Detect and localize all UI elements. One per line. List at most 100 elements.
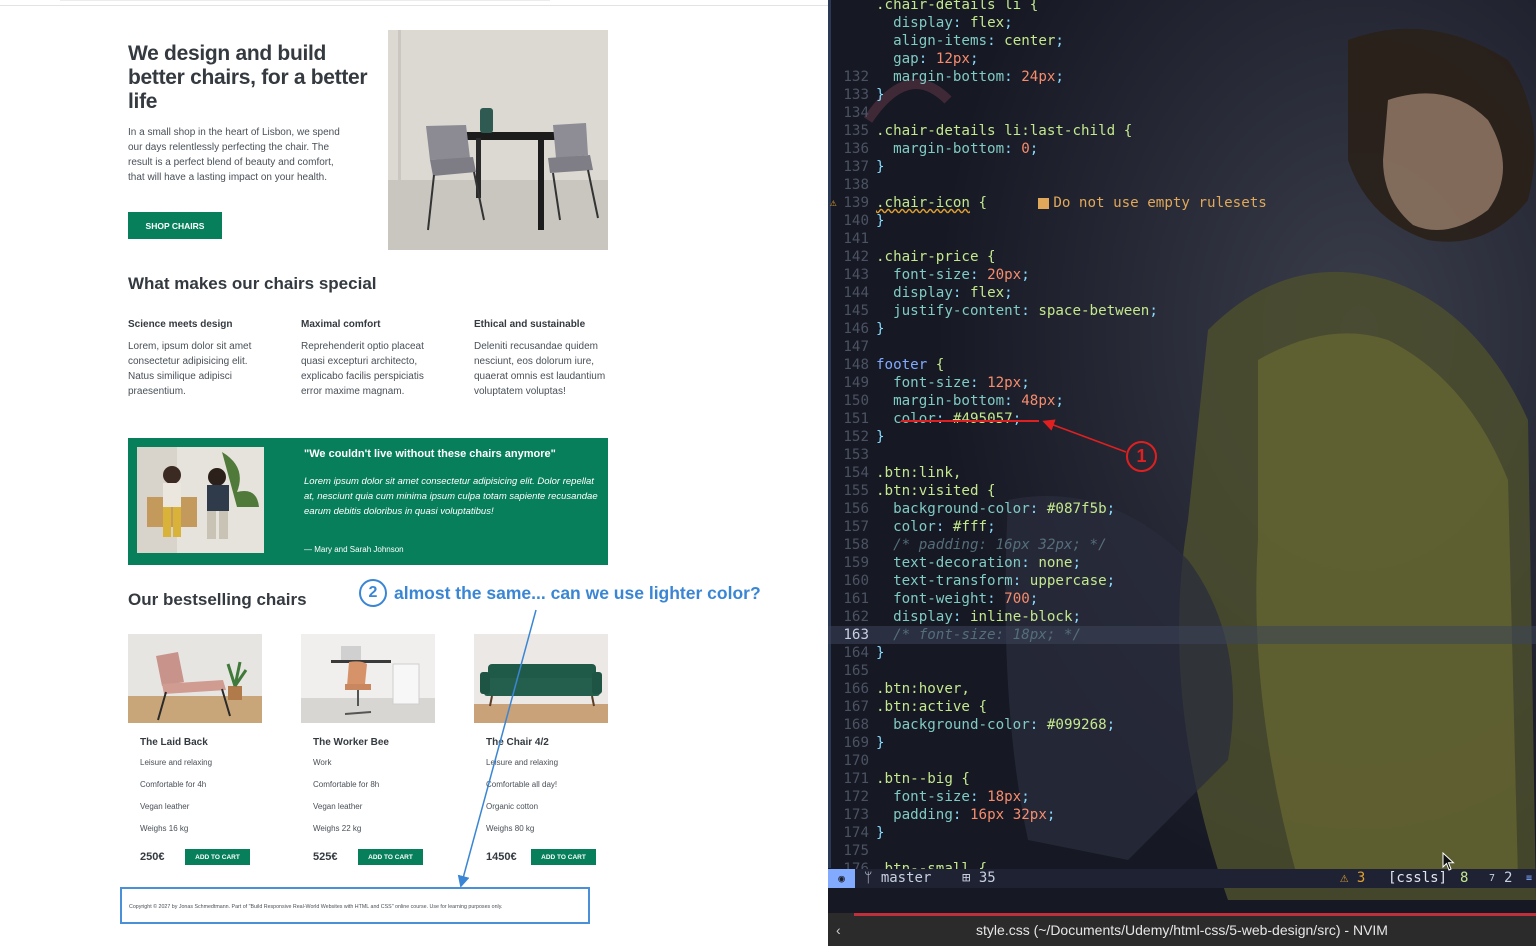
code-line[interactable]: 167 .btn:active { xyxy=(828,698,1536,716)
status-count: 2 xyxy=(1504,870,1513,886)
code-text: font-size: 18px; xyxy=(893,789,1030,805)
code-line[interactable]: 168 background-color: #099268; xyxy=(828,716,1536,734)
price-row: 1450€ ADD TO CART xyxy=(486,849,608,865)
product-name: The Laid Back xyxy=(140,737,208,748)
code-line[interactable]: align-items: center; xyxy=(828,32,1536,50)
code-text: /* font-size: 18px; */ xyxy=(893,627,1082,643)
code-line[interactable]: 143 font-size: 20px; xyxy=(828,266,1536,284)
code-line[interactable]: gap: 12px; xyxy=(828,50,1536,68)
code-line[interactable]: .chair-details li { xyxy=(828,0,1536,14)
code-buffer[interactable]: .chair-details li { display: flex; align… xyxy=(828,0,1536,878)
code-text: .btn:visited { xyxy=(876,483,996,499)
code-line[interactable]: 153 xyxy=(828,446,1536,464)
code-line[interactable]: 148 footer { xyxy=(828,356,1536,374)
code-text: justify-content: space-between; xyxy=(893,303,1158,319)
code-line[interactable]: 147 xyxy=(828,338,1536,356)
product-detail: Comfortable for 4h xyxy=(140,780,207,789)
product-details: Leisure and relaxing Comfortable for 4h … xyxy=(140,757,262,845)
code-line[interactable]: 135 .chair-details li:last-child { xyxy=(828,122,1536,140)
code-line[interactable]: 152} xyxy=(828,428,1536,446)
product-details: Work Comfortable for 8h Vegan leather We… xyxy=(313,757,435,845)
line-number: 159 xyxy=(843,555,869,571)
browser-page: We design and build better chairs, for a… xyxy=(0,0,828,946)
code-text: .chair-details li { xyxy=(876,0,1039,13)
code-line[interactable]: 163 /* font-size: 18px; */ xyxy=(828,626,1536,644)
add-to-cart-button[interactable]: ADD TO CART xyxy=(531,849,596,865)
product-detail: Weighs 80 kg xyxy=(486,824,535,833)
product-image xyxy=(474,634,608,723)
code-line[interactable]: 142 .chair-price { xyxy=(828,248,1536,266)
code-line[interactable]: 157 color: #fff; xyxy=(828,518,1536,536)
code-text: gap: 12px; xyxy=(893,51,979,67)
code-line[interactable]: 169} xyxy=(828,734,1536,752)
nvim-window[interactable]: .chair-details li { display: flex; align… xyxy=(828,0,1536,946)
feature-text: Lorem, ipsum dolor sit amet consectetur … xyxy=(128,341,252,397)
code-line[interactable]: 164} xyxy=(828,644,1536,662)
code-text: } xyxy=(876,87,885,103)
code-line[interactable]: 134 xyxy=(828,104,1536,122)
code-text: margin-bottom: 0; xyxy=(893,141,1039,157)
code-line[interactable]: 165 xyxy=(828,662,1536,680)
code-line[interactable]: 133} xyxy=(828,86,1536,104)
code-line[interactable]: 174} xyxy=(828,824,1536,842)
code-line[interactable]: 136 margin-bottom: 0; xyxy=(828,140,1536,158)
line-number: 133 xyxy=(843,87,869,103)
product-price: 250€ xyxy=(140,851,165,863)
code-line[interactable]: 173 padding: 16px 32px; xyxy=(828,806,1536,824)
feature-title: Ethical and sustainable xyxy=(474,319,586,330)
line-number: 155 xyxy=(843,483,869,499)
line-number: 138 xyxy=(843,177,869,193)
line-number: 140 xyxy=(843,213,869,229)
product-name: The Chair 4/2 xyxy=(486,737,549,748)
code-text: /* padding: 16px 32px; */ xyxy=(893,537,1107,553)
code-line[interactable]: 139 ⚠ .chair-icon { Do not use empty rules… xyxy=(828,194,1536,212)
code-line[interactable]: 172 font-size: 18px; xyxy=(828,788,1536,806)
annotation-2-number: 2 xyxy=(359,579,387,607)
code-line[interactable]: 170 xyxy=(828,752,1536,770)
line-number: 164 xyxy=(843,645,869,661)
code-line[interactable]: 154 .btn:link, xyxy=(828,464,1536,482)
status-line: ◉ ᛘ master ⊞ 35 ⚠ 3 [cssls] 8 7 2 ≡ xyxy=(828,869,1536,888)
code-line[interactable]: 150 margin-bottom: 48px; xyxy=(828,392,1536,410)
code-line[interactable]: 155 .btn:visited { xyxy=(828,482,1536,500)
line-number: 169 xyxy=(843,735,869,751)
add-to-cart-button[interactable]: ADD TO CART xyxy=(185,849,250,865)
code-text: margin-bottom: 24px; xyxy=(893,69,1064,85)
code-text: .chair-details li:last-child { xyxy=(876,123,1133,139)
scroll-divider xyxy=(60,0,550,1)
product-image xyxy=(301,634,435,723)
add-to-cart-button[interactable]: ADD TO CART xyxy=(358,849,423,865)
mode-indicator: ◉ xyxy=(828,869,855,888)
code-line[interactable]: 141 xyxy=(828,230,1536,248)
code-line[interactable]: 156 background-color: #087f5b; xyxy=(828,500,1536,518)
code-line[interactable]: 146} xyxy=(828,320,1536,338)
status-icon: ≡ xyxy=(1526,873,1533,884)
code-line[interactable]: 162 display: inline-block; xyxy=(828,608,1536,626)
code-line[interactable]: 151 color: #495057; xyxy=(828,410,1536,428)
product-detail: Leisure and relaxing xyxy=(140,758,213,767)
code-line[interactable]: 175 xyxy=(828,842,1536,860)
code-line[interactable]: 166 .btn:hover, xyxy=(828,680,1536,698)
code-line[interactable]: 171 .btn--big { xyxy=(828,770,1536,788)
mouse-cursor-icon xyxy=(1442,852,1455,871)
line-number: 145 xyxy=(843,303,869,319)
code-line[interactable]: 158 /* padding: 16px 32px; */ xyxy=(828,536,1536,554)
code-text: display: flex; xyxy=(893,15,1013,31)
code-line[interactable]: 161 font-weight: 700; xyxy=(828,590,1536,608)
code-line[interactable]: 144 display: flex; xyxy=(828,284,1536,302)
code-line[interactable]: 160 text-transform: uppercase; xyxy=(828,572,1536,590)
code-line[interactable]: 132 margin-bottom: 24px; xyxy=(828,68,1536,86)
code-line[interactable]: 159 text-decoration: none; xyxy=(828,554,1536,572)
titlebar-accent xyxy=(854,913,1536,916)
feature-item: Ethical and sustainable Deleniti recusan… xyxy=(474,319,614,399)
code-line[interactable]: 145 justify-content: space-between; xyxy=(828,302,1536,320)
code-line[interactable]: 138 xyxy=(828,176,1536,194)
code-line[interactable]: 140} xyxy=(828,212,1536,230)
shop-chairs-button[interactable]: SHOP CHAIRS xyxy=(128,212,222,239)
code-text: font-size: 20px; xyxy=(893,267,1030,283)
code-line[interactable]: 137} xyxy=(828,158,1536,176)
code-line[interactable]: display: flex; xyxy=(828,14,1536,32)
code-line[interactable]: 149 font-size: 12px; xyxy=(828,374,1536,392)
hero-title: We design and build better chairs, for a… xyxy=(128,42,368,113)
line-number: 153 xyxy=(843,447,869,463)
